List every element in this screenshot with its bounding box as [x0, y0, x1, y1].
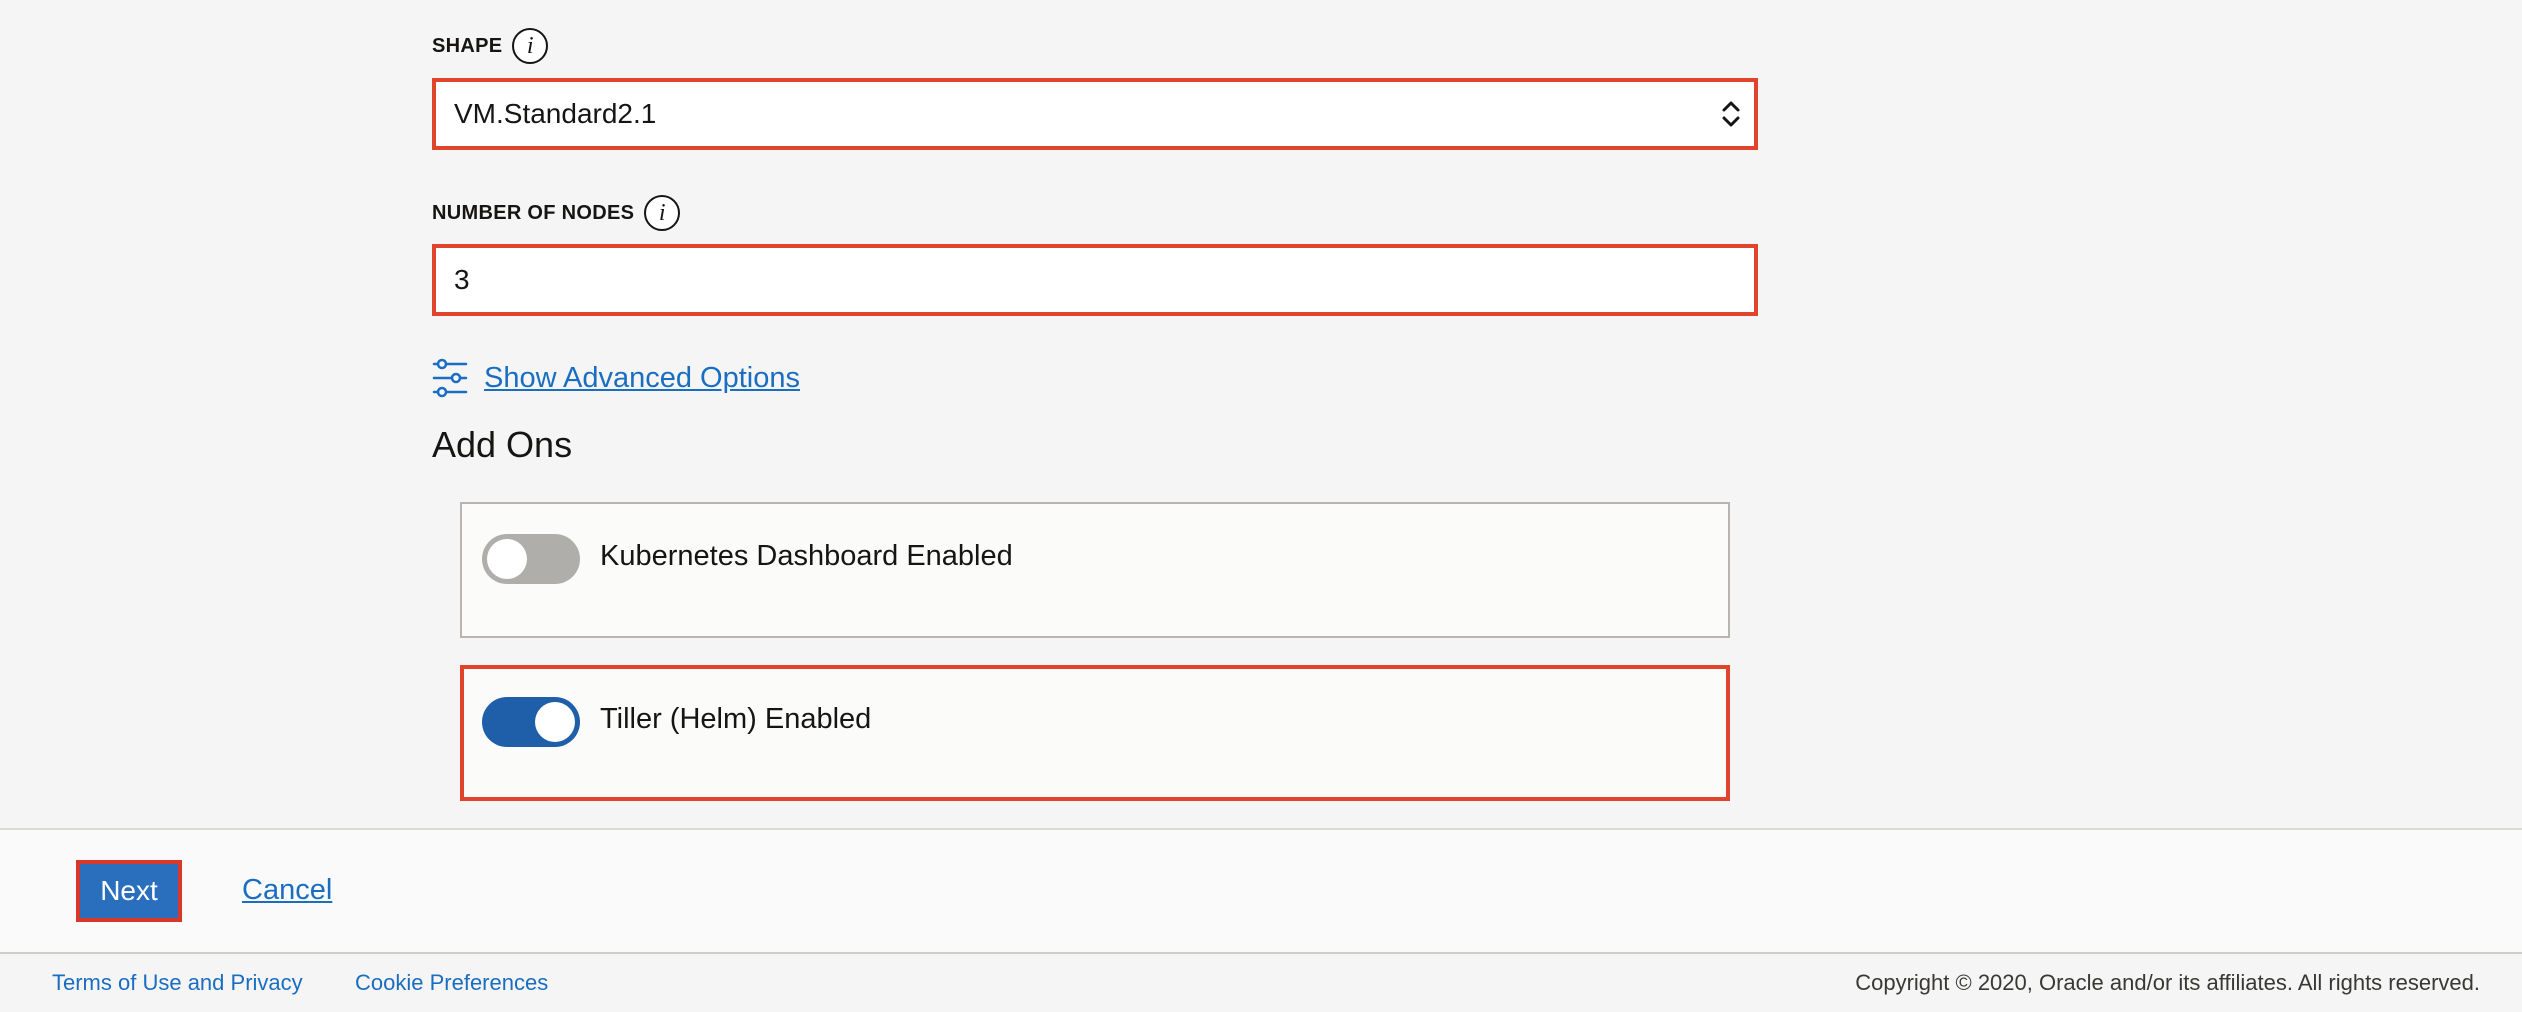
tiller-helm-label: Tiller (Helm) Enabled	[600, 703, 872, 735]
terms-of-use-link[interactable]: Terms of Use and Privacy	[52, 970, 303, 996]
shape-select-value: VM.Standard2.1	[454, 98, 657, 129]
shape-select[interactable]: VM.Standard2.1	[432, 78, 1758, 150]
cancel-link[interactable]: Cancel	[242, 874, 332, 907]
info-icon[interactable]: i	[512, 28, 549, 64]
addon-kubernetes-dashboard: Kubernetes Dashboard Enabled	[460, 502, 1730, 638]
show-advanced-options-link[interactable]: Show Advanced Options	[484, 362, 800, 395]
nodes-label-row: NUMBER OF NODES i	[432, 195, 681, 231]
number-of-nodes-input[interactable]: 3	[432, 244, 1758, 316]
advanced-options-row: Show Advanced Options	[432, 358, 800, 398]
toggle-knob	[535, 702, 575, 742]
nodes-label: NUMBER OF NODES	[432, 201, 635, 224]
info-icon[interactable]: i	[644, 195, 681, 231]
next-button[interactable]: Next	[76, 860, 182, 922]
select-chevrons-icon	[1722, 101, 1740, 127]
number-of-nodes-value: 3	[454, 264, 470, 295]
addon-tiller-helm: Tiller (Helm) Enabled	[460, 665, 1730, 801]
create-cluster-form: SHAPE i VM.Standard2.1 NUMBER OF NODES i…	[0, 0, 2522, 828]
shape-label-row: SHAPE i	[432, 28, 549, 64]
copyright-text: Copyright © 2020, Oracle and/or its affi…	[1855, 970, 2480, 995]
toggle-knob	[487, 539, 527, 579]
tiller-helm-toggle[interactable]	[482, 697, 580, 747]
cookie-preferences-link[interactable]: Cookie Preferences	[355, 970, 548, 996]
footer: Terms of Use and Privacy Cookie Preferen…	[0, 952, 2522, 1012]
sliders-icon	[432, 358, 468, 398]
action-bar: Next Cancel	[0, 828, 2522, 952]
kubernetes-dashboard-toggle[interactable]	[482, 534, 580, 584]
shape-label: SHAPE	[432, 34, 503, 57]
add-ons-heading: Add Ons	[432, 424, 573, 465]
kubernetes-dashboard-label: Kubernetes Dashboard Enabled	[600, 540, 1013, 572]
